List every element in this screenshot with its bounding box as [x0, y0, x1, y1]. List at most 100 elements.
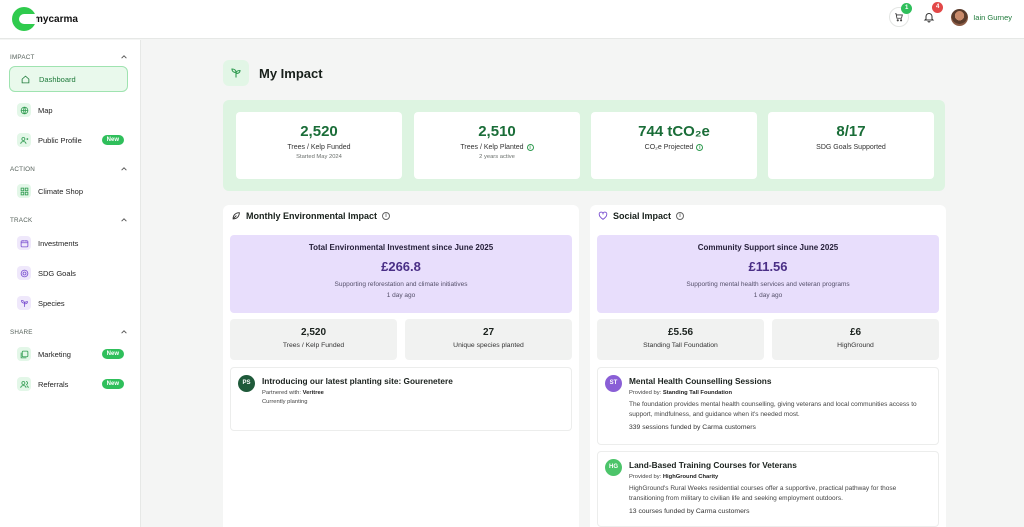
initials-avatar: PS — [238, 375, 255, 392]
mini-stat-unique-species: 27 Unique species planted — [405, 319, 572, 360]
mini-stat-trees-funded: 2,520 Trees / Kelp Funded — [230, 319, 397, 360]
investment-summary: Total Environmental Investment since Jun… — [230, 235, 572, 313]
summary-timestamp: 1 day ago — [753, 292, 783, 299]
sidebar-item-referrals[interactable]: Referrals New — [9, 371, 128, 397]
sidebar-item-dashboard[interactable]: Dashboard — [9, 66, 128, 92]
sidebar: IMPACT Dashboard Map Public Profile New … — [0, 40, 141, 527]
sidebar-item-label: Climate Shop — [38, 186, 84, 196]
card-footer: 339 sessions funded by Carma customers — [629, 424, 756, 431]
notifications-button[interactable]: 4 — [919, 2, 944, 27]
stats-strip: 2,520 Trees / Kelp Funded Started May 20… — [223, 100, 945, 191]
mini-stat-label: HighGround — [837, 342, 874, 349]
chevron-up-icon — [121, 55, 127, 59]
logo[interactable]: mycarma — [12, 7, 78, 31]
bell-icon — [924, 13, 935, 23]
users-icon — [17, 377, 31, 391]
stat-value: 744 tCO₂e — [638, 123, 710, 140]
globe-icon — [17, 103, 31, 117]
page-title-block: My Impact — [223, 60, 323, 86]
stat-value: 8/17 — [836, 123, 866, 140]
stat-subtext: Started May 2024 — [296, 154, 342, 160]
mini-stat-value: £6 — [849, 327, 862, 338]
initials-avatar: ST — [605, 375, 622, 392]
panel-title: Social Impact — [613, 211, 672, 221]
section-header-share[interactable]: SHARE — [10, 328, 128, 336]
summary-title: Community Support since June 2025 — [697, 243, 839, 252]
info-icon[interactable]: i — [526, 144, 534, 151]
cart-button[interactable]: 1 — [889, 3, 913, 27]
sidebar-item-label: Dashboard — [39, 74, 76, 84]
section-header-action[interactable]: ACTION — [10, 165, 128, 173]
program-card[interactable]: ST Mental Health Counselling Sessions Pr… — [597, 367, 939, 445]
stat-label: Trees / Kelp Planted — [460, 144, 524, 151]
sidebar-item-label: Referrals — [38, 379, 69, 389]
notifications-count-badge: 4 — [932, 2, 944, 13]
mini-stat-label: Trees / Kelp Funded — [282, 342, 345, 349]
program-card[interactable]: HG Land-Based Training Courses for Veter… — [597, 451, 939, 527]
mini-stat-standing-tall: £5.56 Standing Tall Foundation — [597, 319, 764, 360]
chevron-up-icon — [121, 167, 127, 171]
provider-name: HighGround Charity — [662, 474, 719, 480]
logo-mark-icon — [12, 7, 36, 31]
sidebar-item-sdg-goals[interactable]: SDG Goals — [9, 260, 128, 286]
sidebar-item-investments[interactable]: Investments — [9, 230, 128, 256]
avatar — [951, 8, 969, 26]
user-menu[interactable]: Iain Gurney — [951, 8, 1012, 26]
sidebar-item-map[interactable]: Map — [9, 97, 128, 123]
panel-title: Monthly Environmental Impact — [246, 211, 378, 221]
sidebar-item-species[interactable]: Species — [9, 290, 128, 316]
sidebar-item-public-profile[interactable]: Public Profile New — [9, 127, 128, 153]
section-header-track[interactable]: TRACK — [10, 216, 128, 224]
chevron-up-icon — [121, 330, 127, 334]
section-header-impact[interactable]: IMPACT — [10, 53, 128, 61]
summary-timestamp: 1 day ago — [386, 292, 416, 299]
logo-text: mycarma — [34, 13, 78, 25]
sidebar-item-climate-shop[interactable]: Climate Shop — [9, 178, 128, 204]
user-name: Iain Gurney — [973, 12, 1012, 22]
summary-description: Supporting mental health services and ve… — [686, 281, 850, 288]
target-icon — [17, 266, 31, 280]
page-title: My Impact — [259, 65, 323, 81]
card-description: The foundation provides mental health co… — [629, 401, 917, 418]
new-badge: New — [101, 135, 124, 145]
sidebar-item-label: Species — [38, 298, 65, 308]
environmental-impact-panel: Monthly Environmental Impact i Total Env… — [223, 205, 579, 527]
summary-description: Supporting reforestation and climate ini… — [334, 281, 468, 288]
stat-value: 2,520 — [300, 123, 338, 140]
sidebar-item-label: Investments — [38, 238, 79, 248]
info-icon[interactable]: i — [676, 212, 685, 220]
new-badge: New — [101, 379, 124, 389]
provider-name: Standing Tall Foundation — [662, 390, 732, 396]
mini-stat-value: £5.56 — [667, 327, 694, 338]
stat-label: SDG Goals Supported — [816, 144, 886, 151]
heart-icon — [598, 211, 608, 220]
info-icon[interactable]: i — [382, 212, 391, 220]
cart-icon — [895, 13, 904, 22]
mini-stat-value: 27 — [482, 327, 495, 338]
provider-prefix: Provided by: — [629, 474, 662, 480]
section-label: ACTION — [10, 165, 35, 173]
leaf-icon — [232, 212, 240, 220]
sprout-icon — [17, 296, 31, 310]
mini-stat-value: 2,520 — [300, 327, 327, 338]
summary-value: £11.56 — [748, 259, 788, 274]
mini-stat-label: Standing Tall Foundation — [643, 342, 718, 349]
card-title: Introducing our latest planting site: Go… — [262, 376, 453, 386]
card-description: HighGround's Rural Weeks residential cou… — [629, 485, 897, 502]
info-icon[interactable]: i — [696, 144, 704, 151]
section-label: TRACK — [10, 216, 33, 224]
summary-value: £266.8 — [381, 259, 421, 274]
planting-site-card[interactable]: PS Introducing our latest planting site:… — [230, 367, 572, 431]
cart-count-badge: 1 — [901, 3, 913, 14]
grid-icon — [17, 184, 31, 198]
new-badge: New — [101, 349, 124, 359]
section-label: SHARE — [10, 328, 33, 336]
chevron-up-icon — [121, 218, 127, 222]
card-title: Land-Based Training Courses for Veterans — [629, 460, 797, 470]
stat-card-trees-planted: 2,510 Trees / Kelp Planted i 2 years acti… — [414, 112, 580, 179]
sidebar-item-marketing[interactable]: Marketing New — [9, 341, 128, 367]
stat-card-co2e: 744 tCO₂e CO₂e Projected i — [591, 112, 757, 179]
summary-title: Total Environmental Investment since Jun… — [308, 243, 494, 252]
provider-prefix: Provided by: — [629, 390, 662, 396]
community-support-summary: Community Support since June 2025 £11.56… — [597, 235, 939, 313]
